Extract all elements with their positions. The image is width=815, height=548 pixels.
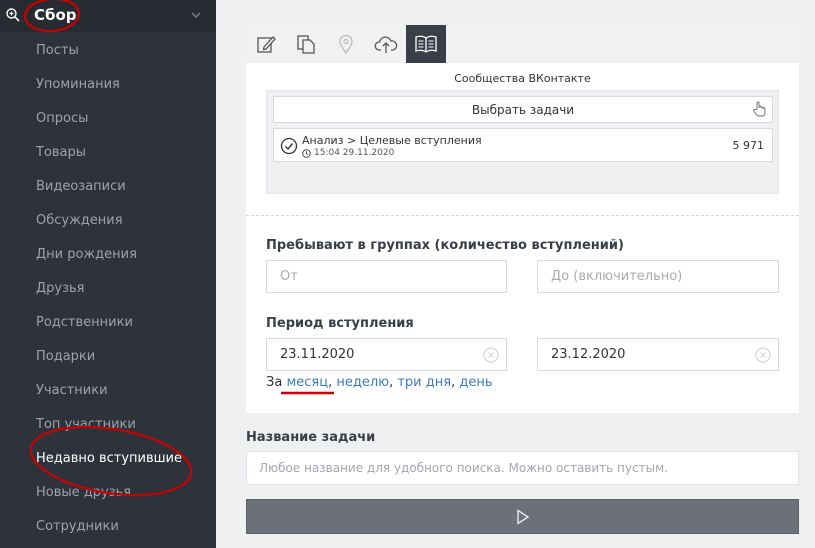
task-name: Анализ > Целевые вступления: [302, 134, 482, 147]
sidebar-item-posts[interactable]: Посты: [36, 43, 79, 58]
sidebar-item-polls[interactable]: Опросы: [36, 111, 88, 126]
period-link-week[interactable]: неделю: [336, 375, 389, 390]
date-from-value: 23.11.2020: [280, 347, 355, 362]
toolbar-edit-button[interactable]: [246, 25, 286, 63]
sidebar-item-discussions[interactable]: Обсуждения: [36, 213, 123, 228]
toolbar: [246, 25, 799, 63]
clear-icon[interactable]: [755, 347, 771, 363]
groups-count-label: Пребывают в группах (количество вступлен…: [266, 238, 624, 253]
check-circle-icon: [280, 137, 298, 155]
chevron-down-icon: [191, 12, 201, 18]
toolbar-location-button[interactable]: [326, 25, 366, 63]
groups-from-input[interactable]: От: [266, 260, 507, 293]
period-label: Период вступления: [266, 316, 414, 331]
sidebar-item-new-friends[interactable]: Новые друзья: [36, 485, 131, 500]
toolbar-upload-button[interactable]: [366, 25, 406, 63]
pick-tasks-label: Выбрать задачи: [471, 102, 575, 117]
sidebar-item-relatives[interactable]: Родственники: [36, 315, 133, 330]
task-settings-panel: Сообщества ВКонтакте Выбрать задачи Анал…: [246, 25, 799, 413]
period-prefix: За: [266, 375, 283, 390]
toolbar-book-button[interactable]: [406, 25, 446, 63]
source-box: Выбрать задачи Анализ > Целевые вступлен…: [266, 90, 779, 194]
task-time-text: 15:04 29.11.2020: [314, 148, 395, 158]
play-icon: [516, 508, 529, 525]
period-link-month[interactable]: месяц: [286, 375, 328, 390]
sidebar-item-birthdays[interactable]: Дни рождения: [36, 247, 137, 262]
sidebar-header[interactable]: Сбор: [0, 0, 216, 32]
period-link-day[interactable]: день: [459, 375, 492, 390]
task-name-input[interactable]: Любое название для удобного поиска. Можн…: [246, 451, 799, 485]
sidebar-item-members[interactable]: Участники: [36, 383, 108, 398]
sidebar: Сбор Посты Упоминания Опросы Товары Виде…: [0, 0, 216, 548]
sidebar-section-title: Сбор: [34, 6, 77, 24]
sidebar-item-gifts[interactable]: Подарки: [36, 349, 95, 364]
sidebar-item-goods[interactable]: Товары: [36, 145, 86, 160]
source-title: Сообщества ВКонтакте: [454, 72, 591, 85]
period-quick-links: За месяц, неделю, три дня, день: [266, 375, 493, 390]
search-plus-icon: [6, 8, 20, 22]
period-link-three-days[interactable]: три дня: [397, 375, 451, 390]
sidebar-item-friends[interactable]: Друзья: [36, 281, 85, 296]
edit-icon: [257, 36, 276, 53]
sidebar-item-employees[interactable]: Сотрудники: [36, 519, 119, 534]
date-from-input[interactable]: 23.11.2020: [266, 338, 507, 371]
toolbar-copy-button[interactable]: [286, 25, 326, 63]
groups-to-input[interactable]: До (включительно): [537, 260, 779, 293]
sidebar-item-top-members[interactable]: Топ участники: [36, 417, 136, 432]
copy-icon: [297, 35, 315, 54]
task-name-label: Название задачи: [246, 430, 376, 445]
cloud-upload-icon: [374, 36, 398, 53]
divider: [246, 215, 799, 216]
sidebar-item-videos[interactable]: Видеозаписи: [36, 179, 126, 194]
run-button[interactable]: [246, 499, 799, 534]
date-to-input[interactable]: 23.12.2020: [537, 338, 779, 371]
sidebar-item-recently-joined[interactable]: Недавно вступившие: [36, 451, 182, 466]
selected-task-card[interactable]: Анализ > Целевые вступления 15:04 29.11.…: [273, 128, 773, 162]
pick-tasks-button[interactable]: Выбрать задачи: [273, 96, 773, 123]
clock-icon: [302, 148, 311, 158]
task-count: 5 971: [732, 139, 765, 152]
task-time: 15:04 29.11.2020: [302, 148, 394, 158]
hand-pointer-icon: [753, 101, 766, 117]
book-icon: [415, 35, 437, 53]
location-pin-icon: [339, 34, 353, 55]
date-to-value: 23.12.2020: [551, 347, 626, 362]
sidebar-item-mentions[interactable]: Упоминания: [36, 77, 120, 92]
clear-icon[interactable]: [483, 347, 499, 363]
